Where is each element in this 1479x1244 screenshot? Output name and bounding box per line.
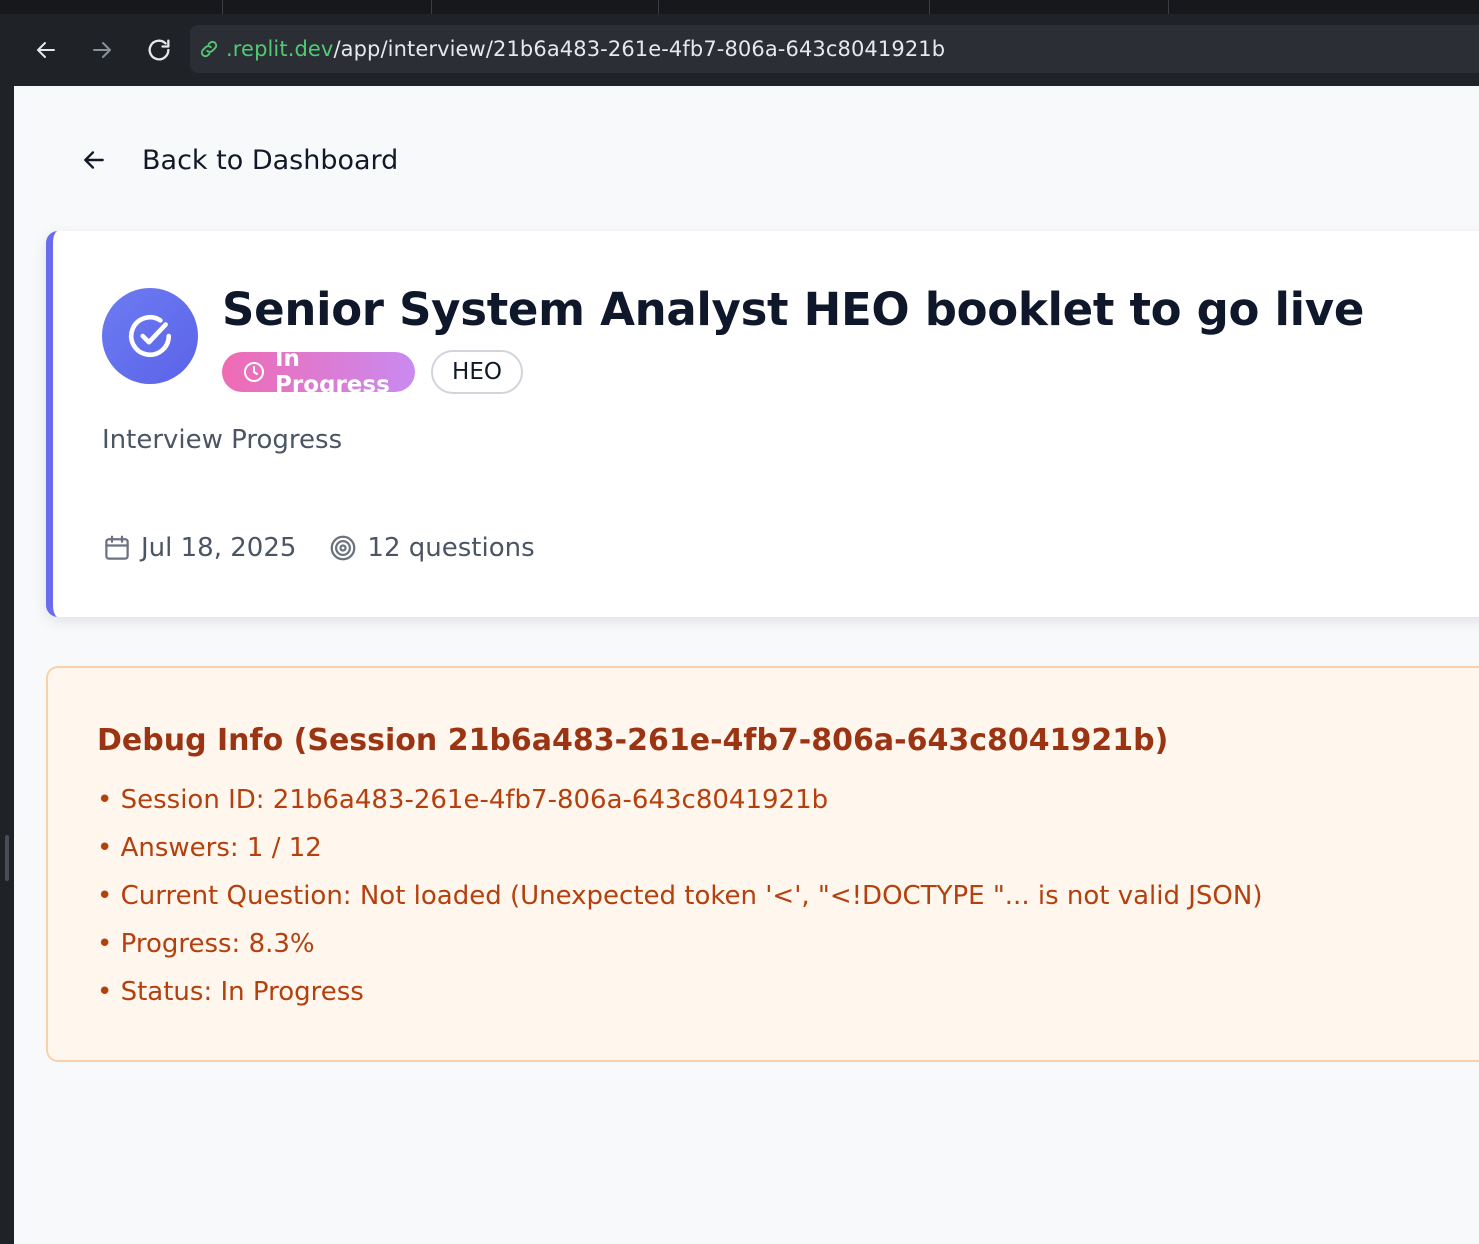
debug-list: • Session ID: 21b6a483-261e-4fb7-806a-64…	[97, 783, 1263, 1023]
link-icon	[198, 37, 222, 61]
questions-meta: 12 questions	[328, 533, 535, 563]
progress-subtitle: Interview Progress	[102, 425, 343, 455]
debug-item-status: • Status: In Progress	[97, 977, 364, 1007]
tab-separator	[222, 0, 223, 14]
reload-icon	[148, 39, 170, 61]
resize-handle[interactable]	[5, 835, 9, 881]
interview-avatar	[102, 288, 198, 384]
tab-separator	[431, 0, 432, 14]
back-link-label: Back to Dashboard	[142, 144, 399, 176]
debug-item-answers: • Answers: 1 / 12	[97, 833, 322, 863]
debug-item-progress: • Progress: 8.3%	[97, 929, 315, 959]
clock-icon	[242, 360, 266, 384]
url-text: .replit.dev/app/interview/21b6a483-261e-…	[226, 37, 945, 61]
arrow-left-icon	[37, 42, 55, 58]
target-icon	[328, 533, 358, 563]
status-badge-label: In Progress	[275, 346, 390, 398]
tab-separator	[658, 0, 659, 14]
address-bar[interactable]: .replit.dev/app/interview/21b6a483-261e-…	[190, 25, 1479, 73]
question-count: 12 questions	[367, 533, 535, 563]
interview-card: Senior System Analyst HEO booklet to go …	[46, 231, 1479, 617]
interview-date: Jul 18, 2025	[141, 533, 297, 563]
status-badge: In Progress	[222, 346, 415, 398]
window-gutter	[0, 86, 14, 1244]
back-to-dashboard-link[interactable]: Back to Dashboard	[80, 138, 398, 182]
tab-separator	[929, 0, 930, 14]
interview-meta: Jul 18, 2025 12 questions	[102, 533, 535, 563]
reload-button[interactable]	[141, 32, 177, 68]
tab-separator	[1168, 0, 1169, 14]
arrow-left-icon	[80, 146, 108, 174]
debug-item-current-question: • Current Question: Not loaded (Unexpect…	[97, 881, 1263, 911]
forward-button[interactable]	[84, 32, 120, 68]
debug-item-session-id: • Session ID: 21b6a483-261e-4fb7-806a-64…	[97, 785, 829, 815]
url-domain: .replit.dev	[226, 37, 334, 61]
calendar-icon	[102, 533, 132, 563]
page-viewport: Back to Dashboard Senior System Analyst …	[14, 86, 1479, 1244]
arrow-right-icon	[93, 42, 111, 58]
debug-title: Debug Info (Session 21b6a483-261e-4fb7-8…	[97, 723, 1169, 758]
debug-info-panel: Debug Info (Session 21b6a483-261e-4fb7-8…	[46, 666, 1479, 1062]
tab-strip	[0, 0, 1479, 14]
browser-toolbar: .replit.dev/app/interview/21b6a483-261e-…	[0, 14, 1479, 86]
level-badge: HEO	[431, 350, 523, 394]
back-button[interactable]	[28, 32, 64, 68]
date-meta: Jul 18, 2025	[102, 533, 296, 563]
url-path: /app/interview/21b6a483-261e-4fb7-806a-6…	[333, 37, 946, 61]
check-circle-icon	[129, 314, 172, 358]
page-title: Senior System Analyst HEO booklet to go …	[222, 283, 1365, 336]
